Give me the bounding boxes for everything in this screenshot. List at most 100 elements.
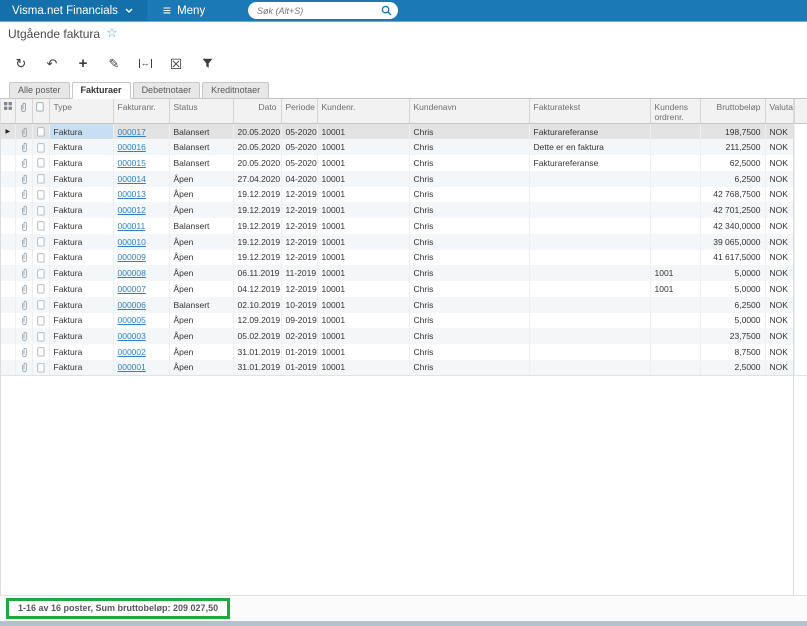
search-icon[interactable] <box>381 5 392 16</box>
column-header-periode[interactable]: Periode <box>281 99 318 124</box>
attachment-cell[interactable] <box>15 233 33 250</box>
table-row[interactable]: ▶ Faktura 000017 Balansert 20.05.2020 05… <box>1 123 807 140</box>
note-cell[interactable] <box>32 312 50 329</box>
attachment-cell[interactable] <box>15 265 33 281</box>
note-cell[interactable] <box>32 139 50 155</box>
row-selector-cell[interactable] <box>1 344 16 360</box>
table-row[interactable]: Faktura 000006 Balansert 02.10.2019 10-2… <box>1 296 807 313</box>
row-selector-cell[interactable] <box>1 312 16 329</box>
note-cell[interactable] <box>32 281 50 297</box>
column-header-fakturanr[interactable]: Fakturanr. <box>113 99 170 124</box>
add-button[interactable]: + <box>72 53 94 75</box>
attachment-cell[interactable] <box>15 296 33 313</box>
column-header-dato[interactable]: Dato <box>233 99 282 124</box>
row-selector-cell[interactable] <box>1 155 16 171</box>
attachment-cell[interactable] <box>15 123 33 140</box>
invoice-number-link[interactable]: 000016 <box>118 142 146 152</box>
attachments-column-header[interactable] <box>15 99 33 124</box>
invoice-number-link[interactable]: 000012 <box>118 205 146 215</box>
attachment-cell[interactable] <box>15 170 33 187</box>
attachment-cell[interactable] <box>15 155 33 171</box>
invoice-number-link[interactable]: 000013 <box>118 189 146 199</box>
tab-kreditnotaer[interactable]: Kreditnotaer <box>202 82 270 98</box>
undo-button[interactable]: ↶ <box>41 53 63 75</box>
invoice-number-link[interactable]: 000011 <box>118 221 146 231</box>
brand-menu[interactable]: Visma.net Financials <box>0 0 147 21</box>
table-row[interactable]: Faktura 000012 Åpen 19.12.2019 12-2019 1… <box>1 202 807 218</box>
invoice-number-link[interactable]: 000010 <box>118 237 146 247</box>
invoice-number-link[interactable]: 000007 <box>118 284 146 294</box>
invoice-number-link[interactable]: 000015 <box>118 158 146 168</box>
row-selector-cell[interactable]: ▶ <box>1 123 16 140</box>
note-cell[interactable] <box>32 359 50 376</box>
tab-alle-poster[interactable]: Alle poster <box>9 82 70 98</box>
table-row[interactable]: Faktura 000007 Åpen 04.12.2019 12-2019 1… <box>1 281 807 297</box>
attachment-cell[interactable] <box>15 359 33 376</box>
table-row[interactable]: Faktura 000010 Åpen 19.12.2019 12-2019 1… <box>1 233 807 250</box>
note-cell[interactable] <box>32 328 50 344</box>
column-header-valuta[interactable]: Valuta <box>765 99 795 124</box>
note-cell[interactable] <box>32 344 50 360</box>
row-selector-cell[interactable] <box>1 296 16 313</box>
invoice-number-link[interactable]: 000001 <box>118 362 146 372</box>
note-cell[interactable] <box>32 249 50 266</box>
table-row[interactable]: Faktura 000015 Balansert 20.05.2020 05-2… <box>1 155 807 171</box>
tab-debetnotaer[interactable]: Debetnotaer <box>132 82 201 98</box>
row-selector-cell[interactable] <box>1 186 16 203</box>
column-header-type[interactable]: Type <box>49 99 114 124</box>
row-selector-cell[interactable] <box>1 359 16 376</box>
invoice-number-link[interactable]: 000006 <box>118 300 146 310</box>
edit-button[interactable]: ✎ <box>103 53 125 75</box>
table-row[interactable]: Faktura 000014 Åpen 27.04.2020 04-2020 1… <box>1 170 807 187</box>
row-selector-cell[interactable] <box>1 218 16 234</box>
row-selector-cell[interactable] <box>1 328 16 344</box>
refresh-button[interactable]: ↻ <box>10 53 32 75</box>
column-header-kundenr[interactable]: Kundenr. <box>317 99 410 124</box>
note-cell[interactable] <box>32 123 50 140</box>
note-cell[interactable] <box>32 296 50 313</box>
column-header-kundens-ordrenr[interactable]: Kundens ordrenr. <box>650 99 701 124</box>
invoice-number-link[interactable]: 000008 <box>118 268 146 278</box>
table-row[interactable]: Faktura 000001 Åpen 31.01.2019 01-2019 1… <box>1 359 807 376</box>
filter-button[interactable] <box>196 53 218 75</box>
attachment-cell[interactable] <box>15 328 33 344</box>
table-row[interactable]: Faktura 000003 Åpen 05.02.2019 02-2019 1… <box>1 328 807 344</box>
table-row[interactable]: Faktura 000009 Åpen 19.12.2019 12-2019 1… <box>1 249 807 266</box>
invoice-number-link[interactable]: 000014 <box>118 174 146 184</box>
row-selector-cell[interactable] <box>1 265 16 281</box>
attachment-cell[interactable] <box>15 218 33 234</box>
export-excel-button[interactable]: ☒ <box>165 53 187 75</box>
table-row[interactable]: Faktura 000008 Åpen 06.11.2019 11-2019 1… <box>1 265 807 281</box>
row-selector-cell[interactable] <box>1 249 16 266</box>
note-cell[interactable] <box>32 265 50 281</box>
fit-width-button[interactable]: ↔ <box>134 53 156 75</box>
table-row[interactable]: Faktura 000013 Åpen 19.12.2019 12-2019 1… <box>1 186 807 203</box>
attachment-cell[interactable] <box>15 249 33 266</box>
attachment-cell[interactable] <box>15 312 33 329</box>
note-cell[interactable] <box>32 170 50 187</box>
column-chooser-header[interactable] <box>1 99 16 124</box>
attachment-cell[interactable] <box>15 186 33 203</box>
column-header-fakturatekst[interactable]: Fakturatekst <box>529 99 651 124</box>
favorite-star-icon[interactable]: ☆ <box>106 26 118 39</box>
search-input[interactable] <box>257 5 381 16</box>
attachment-cell[interactable] <box>15 202 33 218</box>
column-header-kundenavn[interactable]: Kundenavn <box>409 99 530 124</box>
invoice-number-link[interactable]: 000002 <box>118 347 146 357</box>
tab-fakturaer[interactable]: Fakturaer <box>71 82 131 99</box>
invoice-number-link[interactable]: 000003 <box>118 331 146 341</box>
attachment-cell[interactable] <box>15 281 33 297</box>
row-selector-cell[interactable] <box>1 281 16 297</box>
table-row[interactable]: Faktura 000005 Åpen 12.09.2019 09-2019 1… <box>1 312 807 329</box>
invoice-number-link[interactable]: 000005 <box>118 315 146 325</box>
attachment-cell[interactable] <box>15 139 33 155</box>
row-selector-cell[interactable] <box>1 139 16 155</box>
column-header-bruttobelop[interactable]: Bruttobeløp <box>700 99 766 124</box>
note-cell[interactable] <box>32 233 50 250</box>
note-cell[interactable] <box>32 155 50 171</box>
note-cell[interactable] <box>32 218 50 234</box>
notes-column-header[interactable] <box>32 99 50 124</box>
note-cell[interactable] <box>32 186 50 203</box>
note-cell[interactable] <box>32 202 50 218</box>
table-row[interactable]: Faktura 000011 Balansert 19.12.2019 12-2… <box>1 218 807 234</box>
